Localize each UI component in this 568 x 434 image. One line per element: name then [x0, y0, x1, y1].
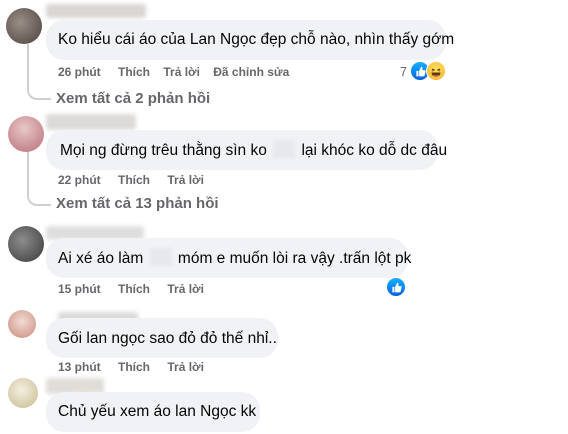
thread-connector	[27, 84, 51, 100]
like-reaction-icon[interactable]	[386, 277, 406, 297]
timestamp[interactable]: 26 phút	[58, 65, 101, 79]
comment-bubble: Mọi ng đừng trêu thằng sìn ko lại khóc k…	[46, 130, 447, 170]
comment-bubble: Gối lan ngọc sao đỏ đỏ thế nhỉ..	[46, 318, 278, 358]
comment-text: Ai xé áo làm móm e muốn lòi ra vậy .trấn…	[58, 248, 411, 269]
timestamp[interactable]: 15 phút	[58, 282, 101, 296]
comment-text: Chủ yếu xem áo lan Ngọc kk	[58, 403, 257, 420]
edited-label[interactable]: Đã chỉnh sửa	[213, 65, 289, 79]
like-button[interactable]: Thích	[118, 360, 150, 374]
comment-text-part: móm e muốn lòi ra vậy .trấn lột pk	[177, 250, 412, 267]
comment-meta: 22 phút Thích Trả lời	[58, 173, 204, 187]
thread-line	[27, 150, 29, 192]
avatar[interactable]	[8, 226, 44, 262]
censored-word	[273, 140, 296, 158]
avatar[interactable]	[8, 116, 44, 152]
haha-reaction-icon[interactable]	[426, 61, 446, 81]
reply-button[interactable]: Trả lời	[163, 65, 200, 79]
like-button[interactable]: Thích	[118, 65, 150, 79]
comment-bubble: Ai xé áo làm móm e muốn lòi ra vậy .trấn…	[46, 238, 411, 278]
reply-button[interactable]: Trả lời	[167, 173, 204, 187]
comment-text-part: lại khóc ko dỗ dc đâu	[301, 142, 448, 159]
reply-button[interactable]: Trả lời	[167, 360, 204, 374]
comment-text: Ko hiểu cái áo của Lan Ngọc đẹp chỗ nào,…	[58, 31, 455, 48]
blurred-username	[46, 114, 136, 130]
comment-meta: 26 phút Thích Trả lời Đã chỉnh sửa	[58, 65, 289, 79]
comment-text: Mọi ng đừng trêu thằng sìn ko lại khóc k…	[60, 140, 447, 161]
comment-bubble: Chủ yếu xem áo lan Ngọc kk	[46, 392, 260, 432]
view-replies-link[interactable]: Xem tất cả 13 phản hồi	[56, 195, 219, 212]
reaction-count[interactable]: 7	[400, 65, 407, 79]
comment-bubble: Ko hiểu cái áo của Lan Ngọc đẹp chỗ nào,…	[46, 20, 454, 60]
censored-word	[149, 248, 172, 266]
blurred-username	[46, 4, 146, 18]
thread-line	[27, 44, 29, 84]
comment-meta: 13 phút Thích Trả lời	[58, 360, 204, 374]
comment-meta: 15 phút Thích Trả lời	[58, 282, 204, 296]
like-button[interactable]: Thích	[118, 282, 150, 296]
comment-text-part: Ai xé áo làm	[58, 250, 144, 267]
timestamp[interactable]: 22 phút	[58, 173, 101, 187]
avatar[interactable]	[8, 378, 38, 408]
avatar[interactable]	[6, 8, 42, 44]
thread-connector	[27, 190, 51, 206]
like-button[interactable]: Thích	[118, 173, 150, 187]
comment-text: Gối lan ngọc sao đỏ đỏ thế nhỉ..	[58, 330, 277, 347]
view-replies-link[interactable]: Xem tất cả 2 phản hồi	[56, 90, 210, 107]
comment-text-part: Mọi ng đừng trêu thằng sìn ko	[60, 142, 267, 159]
timestamp[interactable]: 13 phút	[58, 360, 101, 374]
reply-button[interactable]: Trả lời	[167, 282, 204, 296]
avatar[interactable]	[8, 310, 36, 338]
